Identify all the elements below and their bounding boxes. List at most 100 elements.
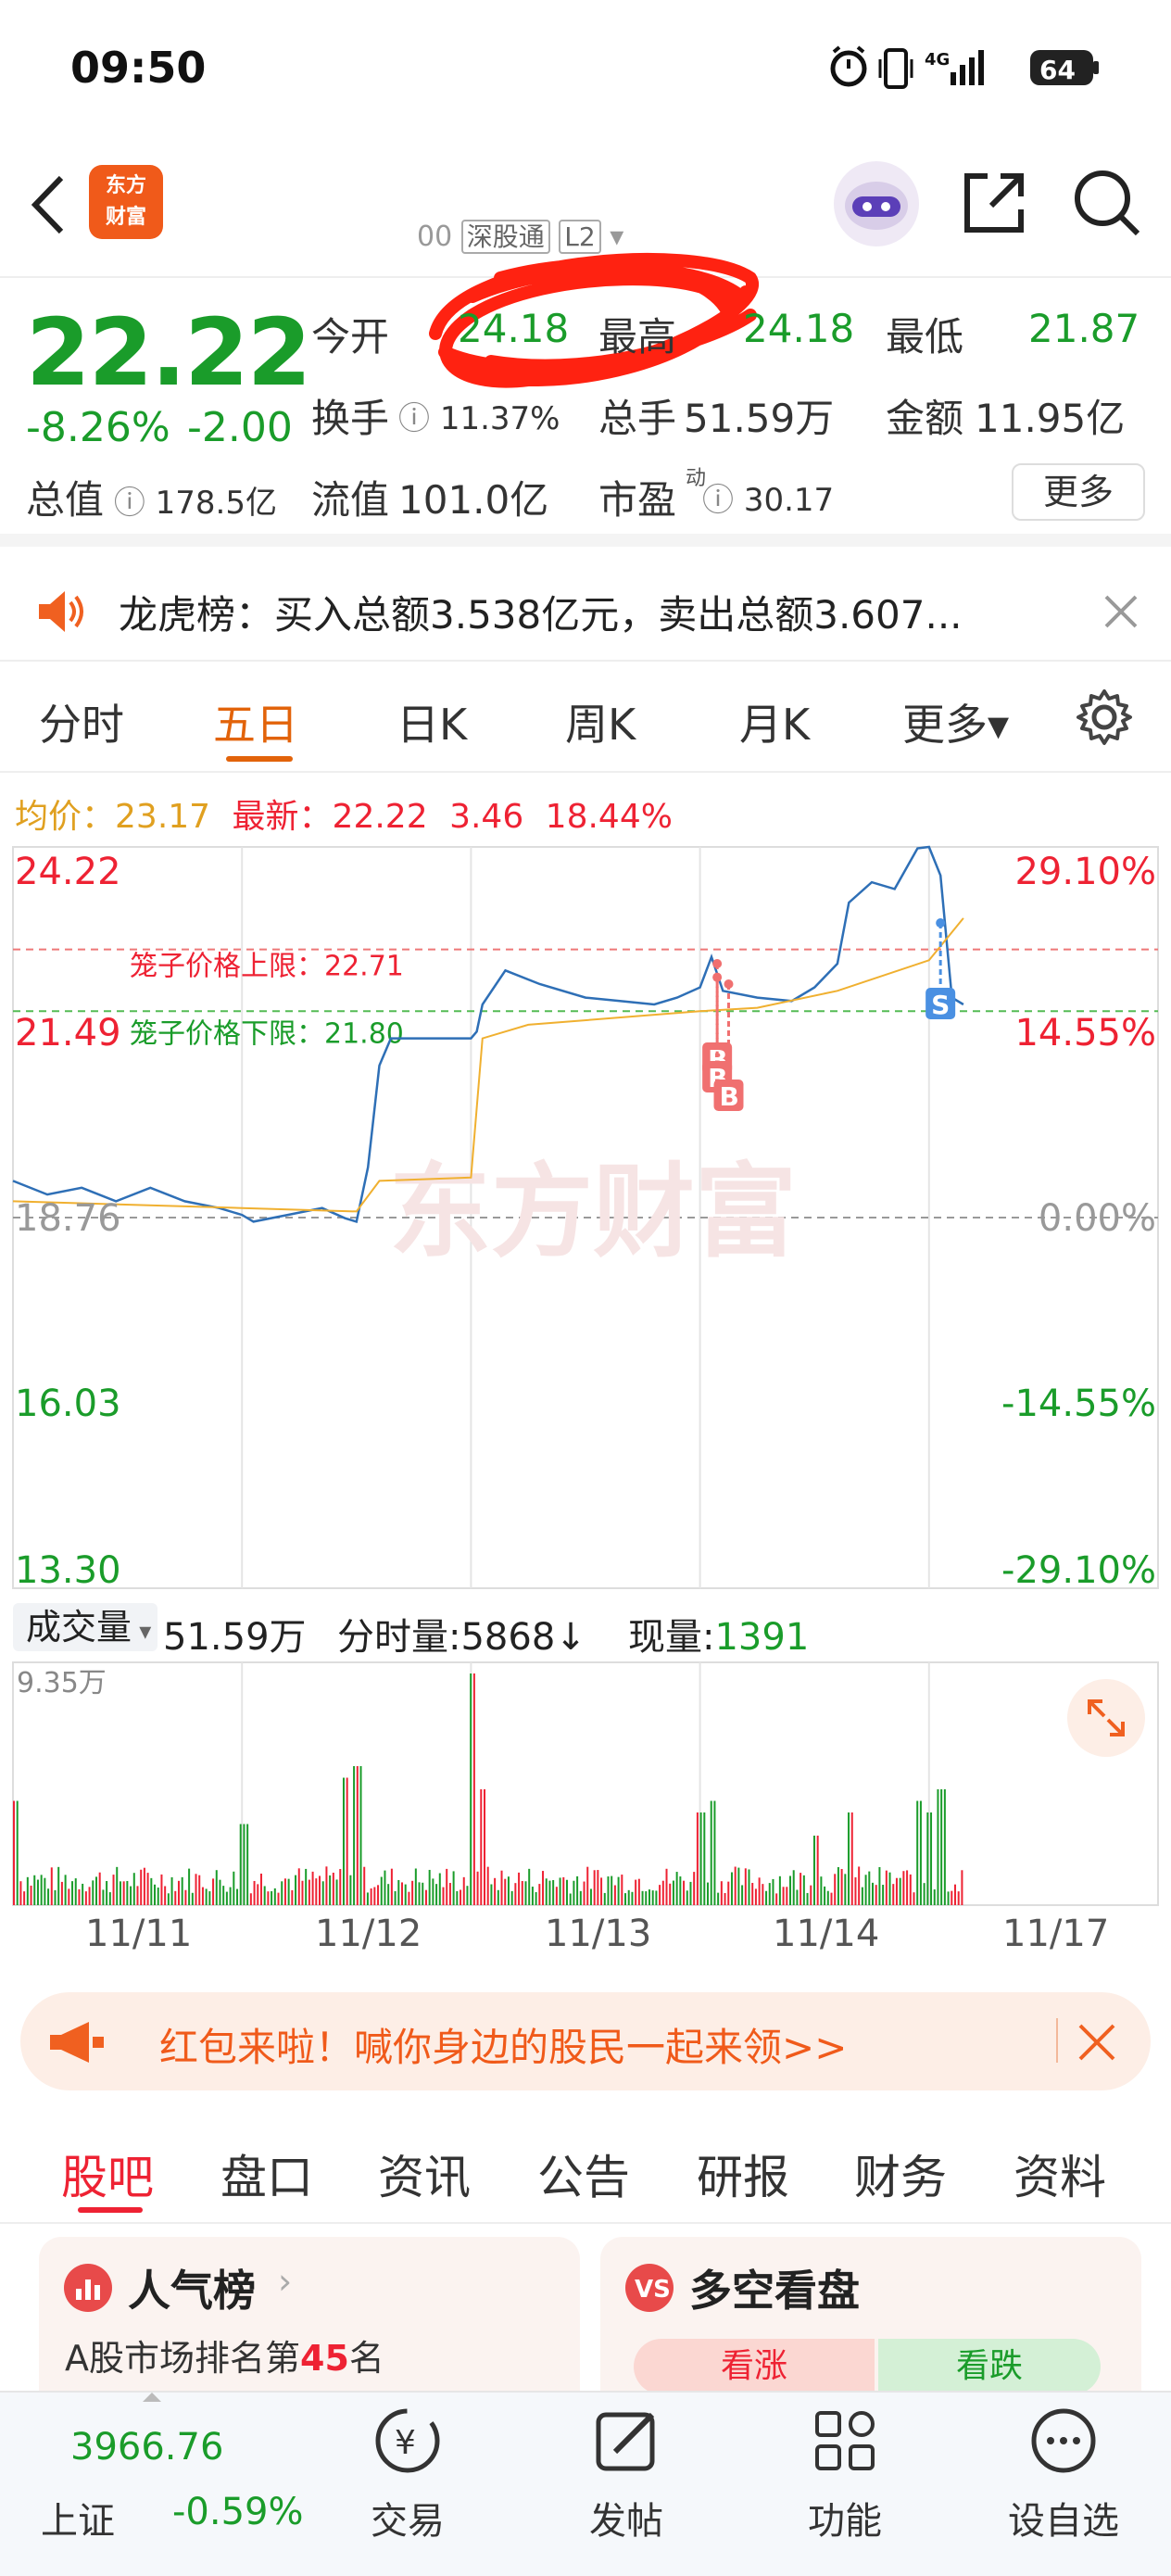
date-axis: 11/11 11/12 11/13 11/14 11/17 <box>0 1913 1171 1968</box>
volume-bar <box>356 1766 359 1905</box>
tab-guba[interactable]: 股吧 <box>61 2140 154 2207</box>
tab-profile[interactable]: 资料 <box>1014 2140 1106 2207</box>
eastmoney-logo[interactable]: 东方 财富 <box>89 165 163 239</box>
tab-daily-k[interactable]: 日K <box>397 691 467 752</box>
y-tick-left: 24.22 <box>15 851 121 893</box>
volume-bar <box>283 1878 286 1905</box>
volume-bar <box>36 1879 39 1905</box>
index-name[interactable]: 上证 <box>41 2491 115 2544</box>
volume-chart[interactable]: 9.35万 <box>0 1659 1171 1909</box>
status-icons: 4G 64 <box>830 45 1099 89</box>
nav-functions[interactable]: 功能 <box>771 2402 919 2544</box>
tab-research[interactable]: 研报 <box>697 2140 789 2207</box>
volume-bar <box>253 1880 256 1905</box>
nav-trade[interactable]: ¥ 交易 <box>334 2402 482 2544</box>
volume-bar <box>531 1887 534 1905</box>
tab-more[interactable]: 更多▾ <box>902 691 1009 752</box>
volume-bar <box>621 1875 623 1905</box>
y-tick-left: 13.30 <box>15 1549 121 1592</box>
bear-button[interactable]: 看跌 <box>878 2339 1101 2394</box>
volume-bar <box>342 1777 345 1905</box>
date-label: 11/12 <box>315 1913 422 1955</box>
trade-marker-dot <box>724 979 734 989</box>
speaker-icon <box>39 591 83 632</box>
price-chart[interactable]: 东方财富 笼子价格上限：22.71 笼子价格下限：21.80 BBBS 24.22… <box>0 840 1171 1596</box>
volume-bar <box>765 1890 768 1905</box>
volume-bar <box>267 1891 270 1905</box>
volume-bar <box>297 1868 300 1905</box>
promo-banner[interactable]: 红包来啦！喊你身边的股民一起来领>> <box>20 1992 1151 2090</box>
volume-bar <box>281 1881 283 1905</box>
volume-bar <box>826 1890 829 1905</box>
share-icon[interactable] <box>960 167 1030 237</box>
volume-bar <box>613 1885 616 1905</box>
volume-bar <box>675 1872 678 1905</box>
y-tick-right: 29.10% <box>1014 851 1156 893</box>
volume-bar <box>132 1873 135 1905</box>
tab-weekly-k[interactable]: 周K <box>565 691 636 752</box>
volume-bar <box>812 1836 815 1905</box>
volume-bar <box>143 1867 145 1905</box>
tab-orderbook[interactable]: 盘口 <box>220 2140 313 2207</box>
popularity-rank: A股市场排名第45名 <box>65 2338 384 2379</box>
notice-bar[interactable]: 龙虎榜：买入总额3.538亿元，卖出总额3.607... <box>0 560 1171 662</box>
volume-bar <box>943 1789 946 1905</box>
close-icon[interactable] <box>1077 2022 1117 2063</box>
volume-max-label: 9.35万 <box>17 1667 107 1699</box>
volume-bar <box>717 1892 720 1905</box>
volume-bar <box>249 1893 252 1905</box>
volume-bar <box>824 1886 826 1905</box>
index-value[interactable]: 3966.76 <box>70 2426 223 2469</box>
low-value: 21.87 <box>1028 306 1140 351</box>
bull-button[interactable]: 看涨 <box>634 2339 875 2394</box>
y-tick-right: -14.55% <box>1001 1383 1156 1425</box>
trade-marker-dot <box>936 918 946 928</box>
volume-bar <box>569 1893 572 1905</box>
volume-bar <box>236 1888 239 1905</box>
volume-selector[interactable]: 成交量 ▾ <box>13 1603 157 1651</box>
tab-monthly-k[interactable]: 月K <box>739 691 810 752</box>
pe-label: 市盈 <box>598 477 677 523</box>
latest-change: 3.46 <box>449 798 524 836</box>
nav-watchlist[interactable]: 设自选 <box>989 2402 1138 2544</box>
chevron-right-icon: › <box>278 2261 293 2302</box>
volume-bar <box>744 1868 747 1905</box>
volume-bar <box>730 1872 733 1905</box>
search-icon[interactable] <box>1071 167 1141 241</box>
nav-post[interactable]: 发帖 <box>552 2402 700 2544</box>
volume-bar <box>507 1876 510 1905</box>
tab-five-day[interactable]: 五日 <box>213 691 298 752</box>
more-button[interactable]: 更多 <box>1012 463 1145 521</box>
index-change[interactable]: -0.59% <box>172 2491 304 2533</box>
volume-bar <box>349 1875 352 1905</box>
volume-bar <box>359 1766 362 1905</box>
volume-bar <box>768 1883 771 1905</box>
volume-bar <box>806 1892 809 1905</box>
volume-bar <box>521 1881 523 1905</box>
tab-intraday[interactable]: 分时 <box>39 691 124 752</box>
volume-bar <box>446 1868 448 1905</box>
assistant-avatar[interactable] <box>834 161 919 246</box>
close-icon[interactable] <box>1102 593 1140 630</box>
volume-bar <box>146 1873 149 1905</box>
volume-bar <box>892 1884 895 1905</box>
vs-icon: VS <box>625 2264 674 2312</box>
volume-bar <box>384 1870 386 1905</box>
volume-bar <box>68 1888 70 1905</box>
volume-bar <box>816 1836 819 1905</box>
content-tabs: 股吧 盘口 资讯 公告 研报 财务 资料 <box>0 2122 1171 2224</box>
volume-bar <box>655 1890 658 1905</box>
volume-bar <box>219 1879 221 1905</box>
tab-news[interactable]: 资讯 <box>378 2140 471 2207</box>
tab-announcements[interactable]: 公告 <box>537 2140 630 2207</box>
volume-bar <box>370 1888 372 1905</box>
tab-finance[interactable]: 财务 <box>854 2140 947 2207</box>
avg-value: 23.17 <box>115 798 211 836</box>
expand-button[interactable] <box>1067 1679 1145 1757</box>
volume-bar <box>514 1883 517 1905</box>
back-icon[interactable] <box>26 172 72 237</box>
volume-bar <box>387 1884 390 1905</box>
volume-bar <box>548 1880 551 1905</box>
gear-icon[interactable] <box>1075 688 1134 747</box>
volume-bar <box>947 1891 950 1905</box>
